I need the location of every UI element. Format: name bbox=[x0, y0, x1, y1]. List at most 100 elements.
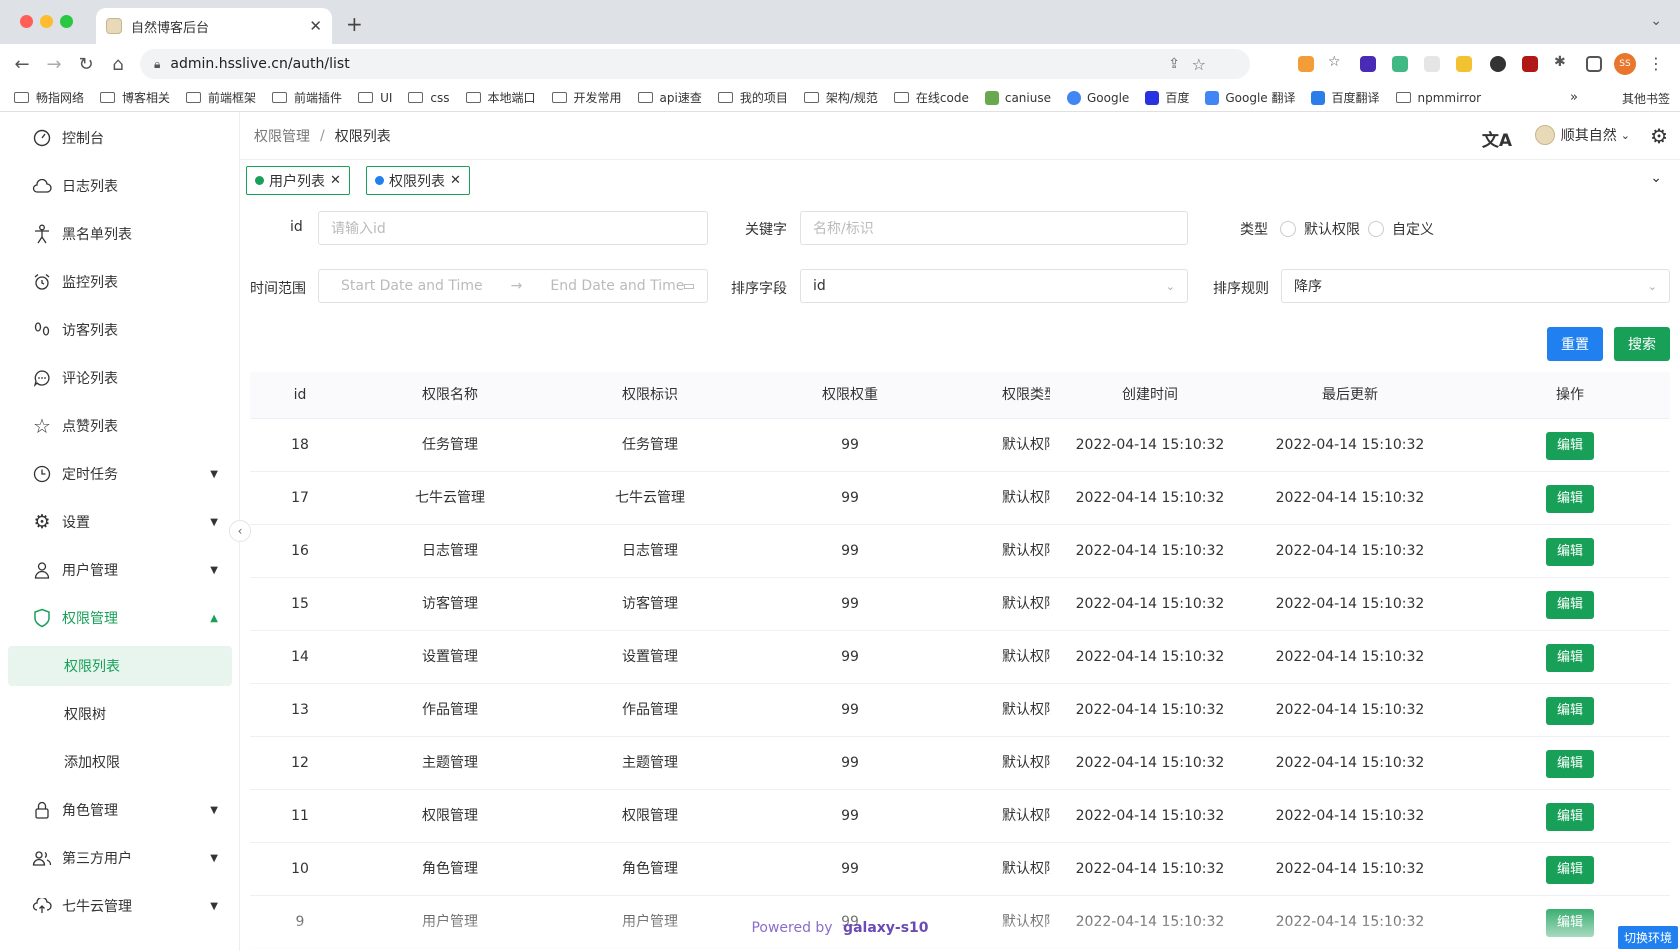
id-input[interactable]: 请输入id bbox=[318, 211, 708, 245]
bookmark-star-icon[interactable]: ☆ bbox=[1192, 55, 1206, 74]
tag-permission-list[interactable]: 权限列表 ✕ bbox=[366, 166, 470, 195]
sidebar-item-visitors[interactable]: 访客列表 bbox=[0, 310, 240, 350]
column-header[interactable]: 创建时间 bbox=[1050, 372, 1250, 419]
back-arrow-icon[interactable]: ← bbox=[6, 54, 38, 75]
sidebar-collapse-button[interactable]: ‹ bbox=[229, 520, 251, 542]
sidebar-item-scheduled-tasks[interactable]: 定时任务 ▼ bbox=[0, 454, 240, 494]
bookmark-item[interactable]: Google 翻译 bbox=[1205, 89, 1295, 106]
close-tab-icon[interactable]: ✕ bbox=[309, 17, 322, 35]
switch-environment-button[interactable]: 切换环境 bbox=[1617, 926, 1678, 949]
sort-field-select[interactable]: id ⌄ bbox=[800, 269, 1188, 303]
edit-button[interactable]: 编辑 bbox=[1546, 591, 1594, 619]
profile-avatar[interactable]: SS bbox=[1614, 53, 1636, 75]
edit-button[interactable]: 编辑 bbox=[1546, 750, 1594, 778]
bookmark-item[interactable]: 博客相关 bbox=[100, 89, 170, 106]
close-window-button[interactable] bbox=[20, 15, 33, 28]
column-header[interactable]: id bbox=[250, 372, 350, 419]
new-tab-icon[interactable]: + bbox=[346, 12, 363, 36]
sidebar-item-blacklist[interactable]: 黑名单列表 bbox=[0, 214, 240, 254]
reload-icon[interactable]: ↻ bbox=[70, 54, 102, 75]
sidebar-subitem-add-permission[interactable]: 添加权限 bbox=[8, 742, 232, 782]
tab-list-chevron-icon[interactable]: ⌄ bbox=[1650, 13, 1662, 29]
edit-button[interactable]: 编辑 bbox=[1546, 538, 1594, 566]
extension-6-icon[interactable] bbox=[1456, 56, 1472, 72]
extension-star-icon[interactable]: ☆ bbox=[1328, 54, 1344, 70]
edit-button[interactable]: 编辑 bbox=[1546, 432, 1594, 460]
other-bookmarks[interactable]: 其他书签 bbox=[1615, 90, 1670, 107]
edit-button[interactable]: 编辑 bbox=[1546, 485, 1594, 513]
column-header[interactable]: 最后更新 bbox=[1250, 372, 1450, 419]
maximize-window-button[interactable] bbox=[60, 15, 73, 28]
home-icon[interactable]: ⌂ bbox=[102, 54, 134, 75]
edit-button[interactable]: 编辑 bbox=[1546, 856, 1594, 884]
start-date-input[interactable]: Start Date and Time bbox=[341, 278, 483, 294]
edit-button[interactable]: 编辑 bbox=[1546, 697, 1594, 725]
column-header[interactable]: 权限类型 bbox=[1002, 372, 1050, 419]
close-tag-icon[interactable]: ✕ bbox=[330, 173, 341, 188]
radio-custom[interactable]: 自定义 bbox=[1368, 219, 1434, 239]
breadcrumb-item[interactable]: 权限管理 bbox=[254, 126, 310, 146]
extension-1-icon[interactable] bbox=[1298, 56, 1314, 72]
edit-button[interactable]: 编辑 bbox=[1546, 644, 1594, 672]
sidebar-subitem-permission-list[interactable]: 权限列表 bbox=[8, 646, 232, 686]
sidebar-item-dashboard[interactable]: 控制台 bbox=[0, 118, 240, 158]
bookmark-item[interactable]: 百度 bbox=[1145, 89, 1189, 106]
edit-button[interactable]: 编辑 bbox=[1546, 803, 1594, 831]
bookmark-item[interactable]: UI bbox=[358, 91, 392, 105]
share-icon[interactable]: ⇪ bbox=[1168, 56, 1180, 72]
sidebar-item-third-party-users[interactable]: 第三方用户 ▼ bbox=[0, 838, 240, 878]
sidebar-item-settings[interactable]: ⚙ 设置 ▼ bbox=[0, 502, 240, 542]
bookmark-item[interactable]: 前端框架 bbox=[186, 89, 256, 106]
bookmark-item[interactable]: css bbox=[408, 91, 450, 105]
sidebar-item-likes[interactable]: ☆ 点赞列表 bbox=[0, 406, 240, 446]
minimize-window-button[interactable] bbox=[40, 15, 53, 28]
vue-devtools-icon[interactable] bbox=[1392, 56, 1408, 72]
translate-icon[interactable]: 文A bbox=[1482, 126, 1512, 151]
sidebar-item-permission-management[interactable]: 权限管理 ▲ bbox=[0, 598, 240, 638]
column-header[interactable]: 权限标识 bbox=[550, 372, 750, 419]
radio-default-permission[interactable]: 默认权限 bbox=[1280, 219, 1360, 239]
tags-more-chevron-icon[interactable]: ⌄ bbox=[1650, 170, 1662, 186]
search-button[interactable]: 搜索 bbox=[1614, 327, 1670, 361]
reset-button[interactable]: 重置 bbox=[1547, 327, 1603, 361]
sidebar-item-comments[interactable]: 评论列表 bbox=[0, 358, 240, 398]
bookmark-item[interactable]: 架构/规范 bbox=[803, 89, 878, 106]
sidebar-item-monitor[interactable]: 监控列表 bbox=[0, 262, 240, 302]
ublock-icon[interactable] bbox=[1522, 56, 1538, 72]
date-range-picker[interactable]: Start Date and Time → End Date and Time … bbox=[318, 269, 708, 303]
bookmark-item[interactable]: 在线code bbox=[893, 89, 969, 106]
sidebar-item-user-management[interactable]: 用户管理 ▼ bbox=[0, 550, 240, 590]
extension-7-icon[interactable] bbox=[1490, 56, 1506, 72]
bookmark-item[interactable]: 我的项目 bbox=[717, 89, 788, 106]
footer-brand-link[interactable]: galaxy-s10 bbox=[843, 920, 929, 936]
sidepanel-icon[interactable] bbox=[1586, 56, 1602, 72]
user-menu[interactable]: 顺其自然 ⌄ bbox=[1534, 125, 1630, 145]
sidebar-item-role-management[interactable]: 角色管理 ▼ bbox=[0, 790, 240, 830]
bookmark-item[interactable]: npmmirror bbox=[1395, 91, 1481, 105]
extension-5-icon[interactable] bbox=[1424, 56, 1440, 72]
column-header[interactable]: 权限名称 bbox=[350, 372, 550, 419]
sidebar-subitem-permission-tree[interactable]: 权限树 bbox=[8, 694, 232, 734]
keyword-input[interactable]: 名称/标识 bbox=[800, 211, 1188, 245]
settings-gear-icon[interactable]: ⚙ bbox=[1650, 124, 1668, 148]
url-field[interactable]: 🔒︎ admin.hsslive.cn/auth/list ⇪ ☆ bbox=[140, 49, 1250, 79]
bookmark-item[interactable]: 本地端口 bbox=[465, 89, 536, 106]
column-header[interactable]: 权限权重 bbox=[750, 372, 950, 419]
browser-tab[interactable]: 自然博客后台 ✕ bbox=[96, 8, 332, 44]
close-tag-icon[interactable]: ✕ bbox=[450, 173, 461, 188]
bookmark-item[interactable]: caniuse bbox=[984, 90, 1051, 105]
end-date-input[interactable]: End Date and Time bbox=[550, 278, 684, 294]
sort-rule-select[interactable]: 降序 ⌄ bbox=[1281, 269, 1670, 303]
bookmark-item[interactable]: 开发常用 bbox=[551, 89, 622, 106]
extensions-puzzle-icon[interactable]: ✱ bbox=[1554, 54, 1570, 70]
bookmark-item[interactable]: Google bbox=[1067, 90, 1129, 105]
browser-menu-icon[interactable]: ⋮ bbox=[1648, 54, 1664, 73]
extension-3-icon[interactable] bbox=[1360, 56, 1376, 72]
bookmarks-more-button[interactable]: » bbox=[1570, 90, 1578, 105]
bookmark-item[interactable]: 前端插件 bbox=[272, 89, 342, 106]
bookmark-item[interactable]: api速查 bbox=[637, 89, 702, 106]
sidebar-item-logs[interactable]: 日志列表 bbox=[0, 166, 240, 206]
tag-user-list[interactable]: 用户列表 ✕ bbox=[246, 166, 350, 195]
bookmark-item[interactable]: 畅指网络 bbox=[14, 89, 84, 106]
bookmark-item[interactable]: 百度翻译 bbox=[1311, 89, 1380, 106]
